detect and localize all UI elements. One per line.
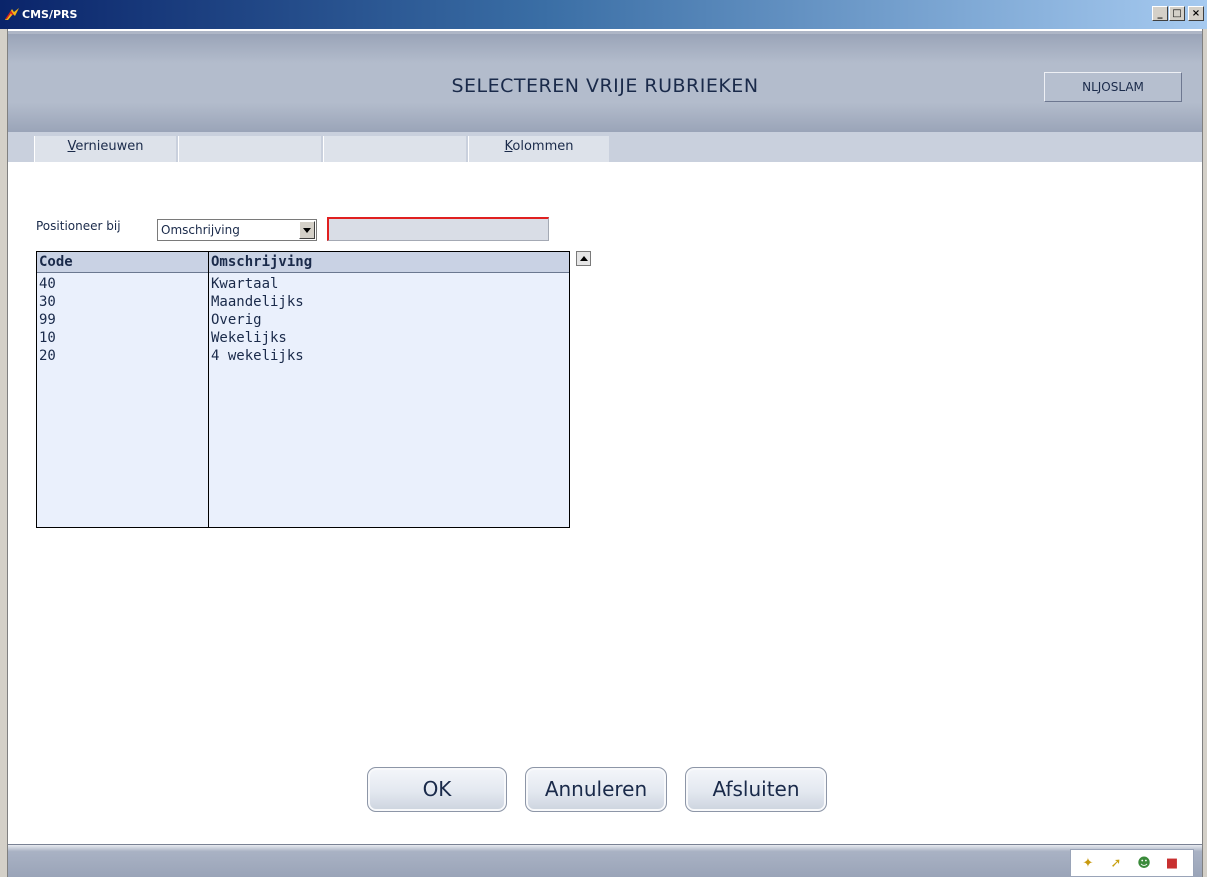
header-band: SELECTEREN VRIJE RUBRIEKEN NLJOSLAM [8,31,1202,132]
maximize-button[interactable]: □ [1169,6,1185,21]
menu-item-empty-2 [323,136,466,162]
ok-button[interactable]: OK [367,767,507,812]
minimize-button[interactable]: _ [1152,6,1168,21]
cell-code: 10 [39,330,56,346]
menu-item-empty-1 [178,136,321,162]
menu-item-kolommen[interactable]: Kolommen [468,136,609,162]
menu-bar: Vernieuwen Kolommen [8,132,1202,162]
column-divider [208,252,209,527]
cell-code: 20 [39,348,56,364]
close-button[interactable]: Afsluiten [685,767,827,812]
tray-icons: ✦ ➚ ☻ ■ [1070,849,1194,877]
position-field-select[interactable]: Omschrijving [157,219,317,241]
chevron-down-icon[interactable] [299,221,315,239]
window-frame-right [1202,29,1207,877]
cell-code: 40 [39,276,56,292]
cell-omschrijving: Overig [211,312,262,328]
window-title: CMS/PRS [22,8,78,21]
title-bar[interactable]: CMS/PRS _ □ × [0,0,1207,29]
position-label: Positioneer bij [36,219,121,233]
cell-omschrijving: Kwartaal [211,276,279,292]
cell-omschrijving: Wekelijks [211,330,287,346]
user-id-badge: NLJOSLAM [1044,72,1182,102]
user-icon[interactable]: ☻ [1137,857,1151,871]
scroll-up-button[interactable] [576,251,591,266]
menu-item-vernieuwen[interactable]: Vernieuwen [34,136,176,162]
help-icon[interactable]: ➚ [1109,857,1123,871]
cell-code: 30 [39,294,56,310]
menu-label-kolommen: olommen [512,139,574,154]
page-title: SELECTEREN VRIJE RUBRIEKEN [451,75,759,97]
table-header: Code Omschrijving [37,252,569,273]
cell-omschrijving: 4 wekelijks [211,348,304,364]
code-table[interactable]: Code Omschrijving 40 Kwartaal 30 Maandel… [36,251,570,528]
app-logo-icon [5,8,19,20]
column-header-omschrijving[interactable]: Omschrijving [211,254,312,270]
cancel-button[interactable]: Annuleren [525,767,667,812]
book-icon[interactable]: ■ [1165,857,1179,871]
close-window-button[interactable]: × [1188,6,1204,21]
cell-omschrijving: Maandelijks [211,294,304,310]
cell-code: 99 [39,312,56,328]
hint-icon[interactable]: ✦ [1081,857,1095,871]
column-header-code[interactable]: Code [39,254,73,270]
menu-label-vernieuwen: ernieuwen [75,139,144,154]
application-window: CMS/PRS _ □ × SELECTEREN VRIJE RUBRIEKEN… [0,0,1207,877]
status-bar [8,844,1202,877]
window-frame-left [0,29,8,877]
position-select-value: Omschrijving [161,223,240,237]
position-search-input[interactable] [327,217,549,241]
